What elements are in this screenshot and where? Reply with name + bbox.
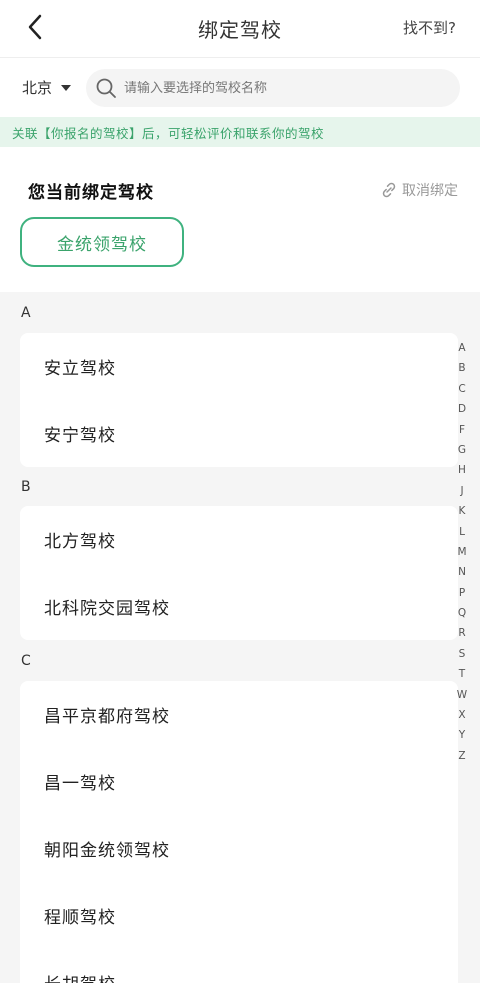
group-header-b: B — [21, 479, 31, 495]
index-letter[interactable]: K — [459, 501, 466, 521]
index-letter[interactable]: L — [459, 522, 465, 542]
index-letter[interactable]: R — [458, 623, 465, 643]
group-card-c: 昌平京都府驾校 昌一驾校 朝阳金统领驾校 程顺驾校 长胡驾校 — [20, 681, 458, 983]
index-letter[interactable]: B — [458, 358, 465, 378]
index-letter[interactable]: N — [458, 562, 466, 582]
index-letter[interactable]: D — [458, 399, 466, 419]
group-header-c: C — [21, 653, 31, 669]
index-letter[interactable]: P — [459, 583, 465, 603]
group-card-a: 安立驾校 安宁驾校 — [20, 333, 458, 467]
not-found-link[interactable]: 找不到? — [403, 17, 456, 38]
index-letter[interactable]: Y — [459, 725, 465, 745]
current-school-chip[interactable]: 金统领驾校 — [20, 217, 184, 267]
index-letter[interactable]: S — [459, 644, 466, 664]
search-input[interactable] — [124, 80, 444, 96]
list-item[interactable]: 程顺驾校 — [20, 882, 458, 949]
index-letter[interactable]: Q — [458, 603, 466, 623]
list-item[interactable]: 朝阳金统领驾校 — [20, 815, 458, 882]
list-item[interactable]: 北科院交园驾校 — [20, 573, 458, 640]
index-letter[interactable]: F — [459, 420, 465, 440]
group-card-b: 北方驾校 北科院交园驾校 — [20, 506, 458, 640]
current-binding-title: 您当前绑定驾校 — [28, 183, 154, 203]
index-letter[interactable]: X — [458, 705, 465, 725]
list-item[interactable]: 长胡驾校 — [20, 949, 458, 983]
list-item[interactable]: 昌一驾校 — [20, 748, 458, 815]
city-selector[interactable]: 北京 — [22, 77, 72, 98]
unlink-icon — [382, 182, 396, 198]
group-header-a: A — [21, 305, 31, 321]
index-letter[interactable]: T — [459, 664, 465, 684]
search-row: 北京 — [0, 69, 480, 107]
index-letter[interactable]: Z — [458, 746, 465, 766]
index-letter[interactable]: J — [460, 481, 463, 501]
dropdown-triangle-icon — [61, 84, 72, 91]
list-item[interactable]: 安立驾校 — [20, 333, 458, 400]
alphabet-index-bar[interactable]: A B C D F G H J K L M N P Q R S T W X Y … — [452, 338, 472, 766]
index-letter[interactable]: G — [458, 440, 466, 460]
index-letter[interactable]: A — [458, 338, 465, 358]
list-item[interactable]: 安宁驾校 — [20, 400, 458, 467]
search-box[interactable] — [86, 69, 460, 107]
search-icon — [92, 74, 120, 102]
top-nav-bar: 绑定驾校 找不到? — [0, 0, 480, 58]
list-item[interactable]: 北方驾校 — [20, 506, 458, 573]
index-letter[interactable]: C — [458, 379, 465, 399]
index-letter[interactable]: H — [458, 460, 466, 480]
unbind-label: 取消绑定 — [402, 183, 458, 199]
school-list: A 安立驾校 安宁驾校 B 北方驾校 北科院交园驾校 C 昌平京都府驾校 昌一驾… — [0, 292, 480, 983]
city-label: 北京 — [22, 79, 53, 97]
unbind-button[interactable]: 取消绑定 — [380, 180, 458, 200]
notice-banner: 关联【你报名的驾校】后，可轻松评价和联系你的驾校 — [0, 117, 480, 147]
list-item[interactable]: 昌平京都府驾校 — [20, 681, 458, 748]
index-letter[interactable]: M — [457, 542, 466, 562]
index-letter[interactable]: W — [457, 685, 467, 705]
